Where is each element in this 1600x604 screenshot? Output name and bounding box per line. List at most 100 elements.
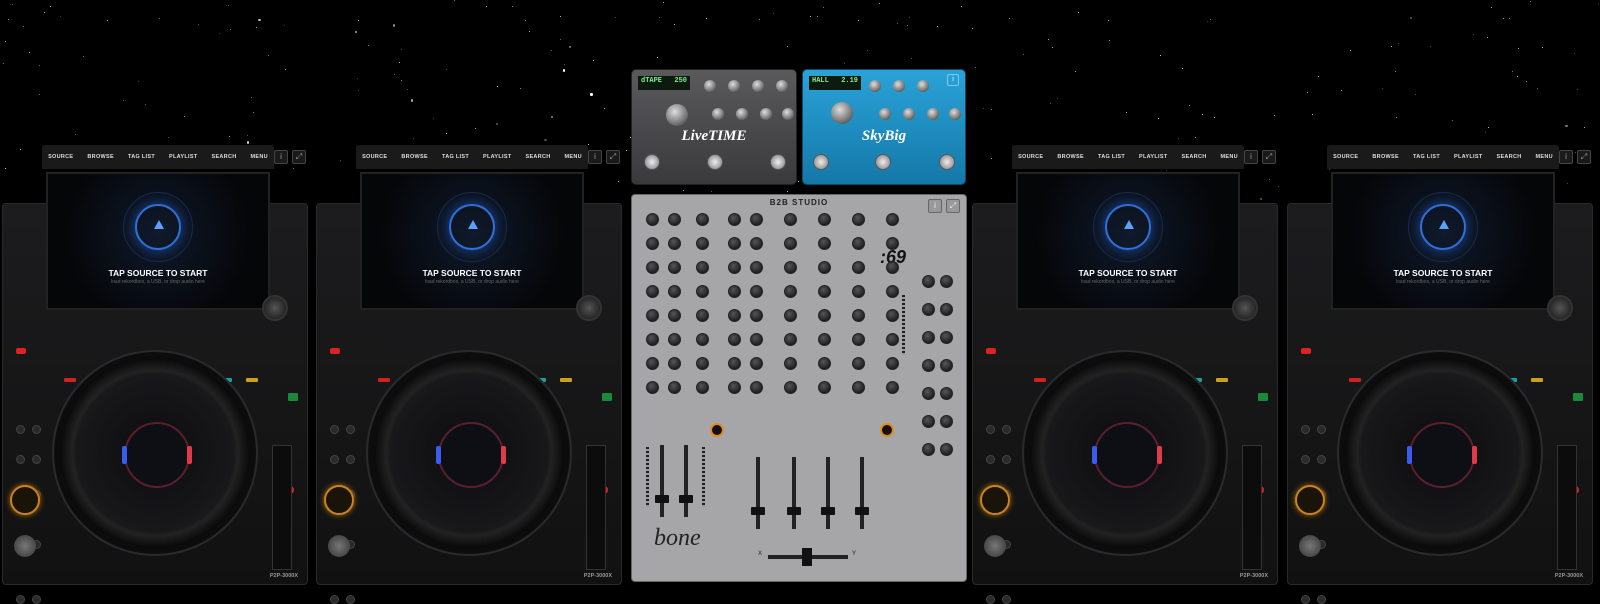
mixer-knob[interactable]: [886, 285, 899, 298]
menu-search[interactable]: SEARCH: [1497, 154, 1522, 160]
mixer-knob[interactable]: [818, 309, 831, 322]
mixer-knob[interactable]: [852, 261, 865, 274]
deck-button[interactable]: [346, 425, 355, 434]
jog-wheel[interactable]: [1022, 350, 1228, 556]
mixer-knob[interactable]: [646, 381, 659, 394]
info-icon[interactable]: i: [274, 150, 288, 164]
mixer-knob[interactable]: [728, 285, 741, 298]
mixer-knob[interactable]: [940, 415, 953, 428]
deck-button[interactable]: [32, 425, 41, 434]
play-pause-button[interactable]: [14, 535, 36, 557]
info-icon[interactable]: i: [928, 199, 942, 213]
mixer-knob[interactable]: [818, 357, 831, 370]
menu-browse[interactable]: BROWSE: [1057, 154, 1084, 160]
menu-search[interactable]: SEARCH: [212, 154, 237, 160]
mixer-knob[interactable]: [668, 261, 681, 274]
mixer-knob[interactable]: [750, 309, 763, 322]
expand-icon[interactable]: ⤢: [292, 150, 306, 164]
mixer-knob[interactable]: [696, 261, 709, 274]
mixer-knob[interactable]: [696, 333, 709, 346]
mixer-knob[interactable]: [696, 381, 709, 394]
delay-knob[interactable]: [760, 108, 772, 120]
hot-cue-pad[interactable]: [1349, 378, 1361, 382]
mixer-knob[interactable]: [646, 333, 659, 346]
deck-button[interactable]: [330, 455, 339, 464]
deck-button[interactable]: [986, 455, 995, 464]
reverb-knob[interactable]: [917, 80, 929, 92]
mixer-knob[interactable]: [668, 381, 681, 394]
fader-cap[interactable]: [821, 507, 835, 515]
mixer-knob[interactable]: [784, 261, 797, 274]
mixer-knob[interactable]: [940, 359, 953, 372]
mixer-knob[interactable]: [728, 333, 741, 346]
hot-cue-pad[interactable]: [64, 378, 76, 382]
tap-source-button[interactable]: [1420, 204, 1466, 250]
mixer-knob[interactable]: [784, 237, 797, 250]
mixer-knob[interactable]: [728, 381, 741, 394]
mixer-knob[interactable]: [728, 213, 741, 226]
reverb-knob[interactable]: [903, 108, 915, 120]
delay-knob[interactable]: [752, 80, 764, 92]
hot-cue-pad[interactable]: [1034, 378, 1046, 382]
mixer-knob[interactable]: [750, 381, 763, 394]
sync-button[interactable]: [602, 393, 612, 401]
mixer-knob[interactable]: [886, 309, 899, 322]
reverb-type-knob[interactable]: [831, 102, 853, 124]
mixer-knob[interactable]: [750, 213, 763, 226]
menu-menu[interactable]: MENU: [251, 154, 268, 160]
mixer-knob[interactable]: [784, 357, 797, 370]
hot-cue-pad[interactable]: [1531, 378, 1543, 382]
mixer-knob[interactable]: [750, 333, 763, 346]
mixer-knob[interactable]: [784, 285, 797, 298]
cue-button[interactable]: [1295, 485, 1325, 515]
menu-menu[interactable]: MENU: [1221, 154, 1238, 160]
mixer-knob[interactable]: [728, 237, 741, 250]
mixer-knob[interactable]: [940, 331, 953, 344]
tap-source-button[interactable]: [135, 204, 181, 250]
info-icon[interactable]: i: [947, 74, 959, 86]
mixer-knob[interactable]: [886, 261, 899, 274]
reverb-knob[interactable]: [949, 108, 961, 120]
browse-knob[interactable]: [576, 295, 602, 321]
hot-cue-pad[interactable]: [246, 378, 258, 382]
mixer-knob[interactable]: [922, 387, 935, 400]
jog-wheel[interactable]: [366, 350, 572, 556]
mixer-knob[interactable]: [922, 303, 935, 316]
mixer-knob[interactable]: [940, 387, 953, 400]
cue-button[interactable]: [980, 485, 1010, 515]
reverb-knob[interactable]: [927, 108, 939, 120]
deck-button[interactable]: [1317, 595, 1326, 604]
deck-button[interactable]: [1301, 595, 1310, 604]
mixer-knob[interactable]: [886, 237, 899, 250]
deck-button[interactable]: [1317, 425, 1326, 434]
mixer-knob[interactable]: [818, 261, 831, 274]
tempo-slider[interactable]: [272, 445, 292, 570]
tempo-slider[interactable]: [586, 445, 606, 570]
fader-cap[interactable]: [751, 507, 765, 515]
deck-button[interactable]: [32, 455, 41, 464]
menu-browse[interactable]: BROWSE: [1372, 154, 1399, 160]
expand-icon[interactable]: ⤢: [606, 150, 620, 164]
mixer-knob[interactable]: [818, 381, 831, 394]
deck-button[interactable]: [16, 425, 25, 434]
info-icon[interactable]: i: [588, 150, 602, 164]
mixer-knob[interactable]: [668, 237, 681, 250]
reverb-pedal[interactable]: HALL 2.19 SkyBig i: [802, 69, 966, 185]
fader-cap[interactable]: [679, 495, 693, 503]
menu-source[interactable]: SOURCE: [1018, 154, 1043, 160]
mixer-knob[interactable]: [886, 357, 899, 370]
menu-browse[interactable]: BROWSE: [401, 154, 428, 160]
menu-tag-list[interactable]: TAG LIST: [1098, 154, 1125, 160]
mixer-knob[interactable]: [750, 285, 763, 298]
menu-menu[interactable]: MENU: [565, 154, 582, 160]
expand-icon[interactable]: ⤢: [1262, 150, 1276, 164]
mixer-knob[interactable]: [750, 357, 763, 370]
mixer-knob[interactable]: [818, 333, 831, 346]
fader-cap[interactable]: [787, 507, 801, 515]
mixer-knob[interactable]: [852, 333, 865, 346]
deck-button[interactable]: [1002, 425, 1011, 434]
dj-deck-2[interactable]: SOURCE BROWSE TAG LIST PLAYLIST SEARCH MENU i…: [316, 145, 622, 604]
deck-button[interactable]: [1002, 455, 1011, 464]
mixer-knob[interactable]: [646, 261, 659, 274]
delay-type-knob[interactable]: [666, 104, 688, 126]
